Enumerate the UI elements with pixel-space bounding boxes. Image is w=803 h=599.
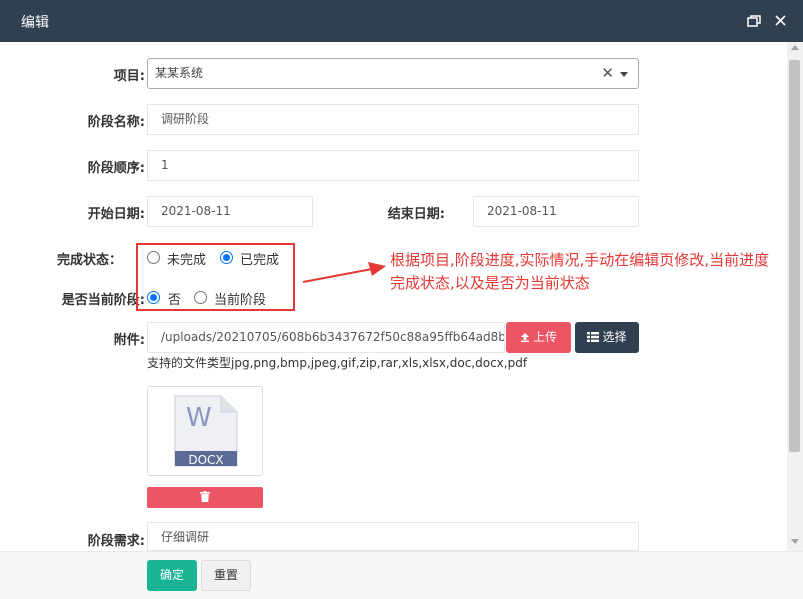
reset-button[interactable]: 重置 — [201, 560, 251, 591]
close-icon[interactable] — [775, 15, 786, 26]
annotation-arrow-icon — [302, 262, 386, 283]
stage-order-input[interactable]: 1 — [147, 150, 639, 181]
end-date-input[interactable]: 2021-08-11 — [473, 196, 639, 227]
upload-button-label: 上传 — [532, 330, 557, 344]
current-stage-label: 是否当前阶段: — [61, 293, 145, 308]
attachment-preview[interactable]: W DOCX — [147, 386, 263, 476]
scroll-down-arrow-icon[interactable] — [791, 539, 799, 544]
stage-order-label: 阶段顺序: — [87, 161, 145, 176]
start-date-label: 开始日期: — [87, 207, 145, 222]
file-type-hint: 支持的文件类型jpg,png,bmp,jpeg,gif,zip,rar,xls,… — [147, 356, 528, 370]
file-type-badge: DOCX — [188, 453, 224, 467]
completion-status-label: 完成状态： — [56, 253, 122, 268]
trash-icon — [200, 491, 210, 502]
confirm-button[interactable]: 确定 — [147, 560, 197, 591]
stage-requirement-label: 阶段需求: — [87, 534, 145, 549]
delete-attachment-button[interactable] — [147, 487, 263, 508]
clear-icon[interactable]: ✕ — [601, 59, 614, 88]
edit-dialog: 编辑 项目: 某某系统 ✕ 阶段名称: 调研阶段 阶段顺序: 1 开始日期: 2… — [0, 0, 803, 599]
start-date-input[interactable]: 2021-08-11 — [147, 196, 313, 227]
end-date-label: 结束日期: — [387, 207, 445, 222]
chevron-down-icon[interactable] — [620, 72, 628, 77]
scrollbar-thumb[interactable] — [789, 60, 800, 452]
choose-button[interactable]: 选择 — [575, 322, 639, 353]
stage-name-label: 阶段名称: — [87, 115, 145, 130]
stage-requirement-input[interactable]: 仔细调研 — [147, 522, 639, 551]
dialog-titlebar: 编辑 — [0, 0, 803, 42]
dialog-footer — [0, 551, 803, 599]
list-icon — [587, 332, 600, 342]
stage-name-input[interactable]: 调研阶段 — [147, 104, 639, 135]
scroll-up-arrow-icon[interactable] — [791, 45, 799, 50]
upload-button[interactable]: 上传 — [506, 322, 571, 353]
attachment-path-input[interactable]: /uploads/20210705/608b6b3437672f50c88a95… — [147, 322, 505, 353]
file-letter: W — [186, 403, 212, 433]
annotation-text: 根据项目,阶段进度,实际情况,手动在编辑页修改,当前进度完成状态,以及是否为当前… — [390, 251, 770, 292]
choose-button-label: 选择 — [602, 330, 627, 344]
project-select-value: 某某系统 — [155, 66, 204, 80]
maximize-icon[interactable] — [747, 15, 761, 27]
upload-icon — [520, 333, 529, 342]
project-select[interactable]: 某某系统 ✕ — [147, 58, 639, 89]
dialog-title: 编辑 — [21, 15, 49, 31]
annotation-highlight-box — [136, 243, 295, 311]
attachment-label: 附件: — [113, 333, 145, 348]
project-label: 项目: — [113, 69, 145, 84]
